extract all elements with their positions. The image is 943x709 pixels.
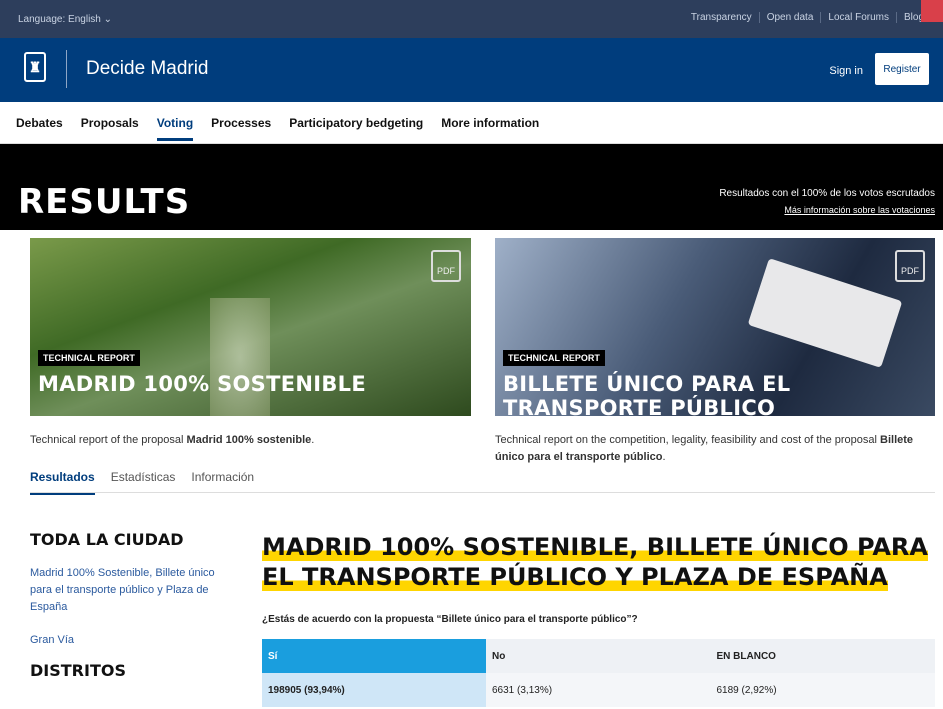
card-title: BILLETE ÚNICO PARA EL TRANSPORTE PÚBLICO	[503, 372, 791, 416]
header-divider	[66, 50, 67, 88]
card-title: MADRID 100% SOSTENIBLE	[38, 372, 366, 396]
nav-item-processes[interactable]: Processes	[211, 116, 271, 130]
madrid-logo-icon[interactable]: ♜	[24, 52, 46, 82]
pdf-icon[interactable]: PDF	[431, 250, 461, 282]
desc-proposal-name: Madrid 100% sostenible	[186, 434, 312, 446]
results-title-text: MADRID 100% SOSTENIBLE, BILLETE ÚNICO PA…	[262, 533, 928, 591]
technical-report-tag: TECHNICAL REPORT	[503, 350, 605, 366]
card-description: Technical report on the competition, leg…	[495, 432, 935, 466]
site-brand[interactable]: Decide Madrid	[86, 58, 209, 80]
report-card-billete[interactable]: PDF TECHNICAL REPORT BILLETE ÚNICO PARA …	[495, 238, 935, 416]
nav-item-budgeting[interactable]: Participatory bedgeting	[289, 116, 423, 130]
tabs-divider	[30, 492, 935, 493]
card-description: Technical report of the proposal Madrid …	[30, 432, 471, 449]
cell-no: 6631 (3,13%)	[486, 673, 711, 707]
sidebar-link-gran-via[interactable]: Gran Vía	[30, 632, 235, 649]
table-row: 198905 (93,94%) 6631 (3,13%) 6189 (2,92%…	[262, 673, 935, 707]
desc-suffix: .	[311, 434, 315, 446]
results-title: MADRID 100% SOSTENIBLE, BILLETE ÚNICO PA…	[262, 532, 935, 592]
sidebar-heading-districts: DISTRITOS	[30, 661, 126, 680]
top-link-transparency[interactable]: Transparency	[684, 12, 759, 23]
desc-suffix: .	[662, 451, 666, 463]
table-header-row: Sí No EN BLANCO	[262, 639, 935, 673]
top-link-local-forums[interactable]: Local Forums	[820, 12, 896, 23]
sidebar-link-all-city[interactable]: Madrid 100% Sostenible, Billete único pa…	[30, 565, 235, 616]
results-main: MADRID 100% SOSTENIBLE, BILLETE ÚNICO PA…	[262, 532, 935, 707]
nav-item-debates[interactable]: Debates	[16, 116, 63, 130]
technical-report-tag: TECHNICAL REPORT	[38, 350, 140, 366]
main-nav: Debates Proposals Voting Processes Parti…	[0, 102, 943, 144]
corner-accent	[921, 0, 943, 22]
results-table: Sí No EN BLANCO 198905 (93,94%) 6631 (3,…	[262, 639, 935, 707]
sign-in-link[interactable]: Sign in	[829, 65, 863, 77]
pdf-icon[interactable]: PDF	[895, 250, 925, 282]
poll-question: ¿Estás de acuerdo con la propuesta “Bill…	[262, 614, 638, 625]
results-note: Resultados con el 100% de los votos escr…	[719, 188, 935, 199]
language-selector[interactable]: Language: English ⌄	[18, 14, 112, 25]
results-sidebar: TODA LA CIUDAD Madrid 100% Sostenible, B…	[30, 530, 235, 680]
report-card-sostenible[interactable]: PDF TECHNICAL REPORT MADRID 100% SOSTENI…	[30, 238, 471, 416]
nav-item-proposals[interactable]: Proposals	[81, 116, 139, 130]
chevron-down-icon: ⌄	[103, 14, 113, 25]
nav-item-voting[interactable]: Voting	[156, 116, 194, 141]
sidebar-heading-city: TODA LA CIUDAD	[30, 530, 184, 549]
desc-text: Technical report on the competition, leg…	[495, 434, 881, 446]
register-button[interactable]: Register	[875, 53, 929, 85]
cell-blank: 6189 (2,92%)	[710, 673, 935, 707]
nav-item-more-information[interactable]: More information	[441, 116, 539, 130]
desc-text: Technical report of the proposal	[30, 434, 187, 446]
site-header: ♜ Decide Madrid Sign in Register	[0, 38, 943, 102]
top-bar: Language: English ⌄ Transparency Open da…	[0, 0, 943, 38]
column-header-blank: EN BLANCO	[710, 639, 935, 673]
column-header-si: Sí	[262, 639, 486, 673]
language-label: Language: English	[18, 14, 101, 25]
top-links: Transparency Open data Local Forums Blog	[684, 12, 931, 23]
results-hero: RESULTS Resultados con el 100% de los vo…	[0, 144, 943, 230]
top-link-open-data[interactable]: Open data	[758, 12, 821, 23]
cell-si: 198905 (93,94%)	[262, 673, 486, 707]
column-header-no: No	[486, 639, 711, 673]
page-title: RESULTS	[18, 182, 191, 222]
voting-info-link[interactable]: Más información sobre las votaciones	[784, 205, 935, 215]
